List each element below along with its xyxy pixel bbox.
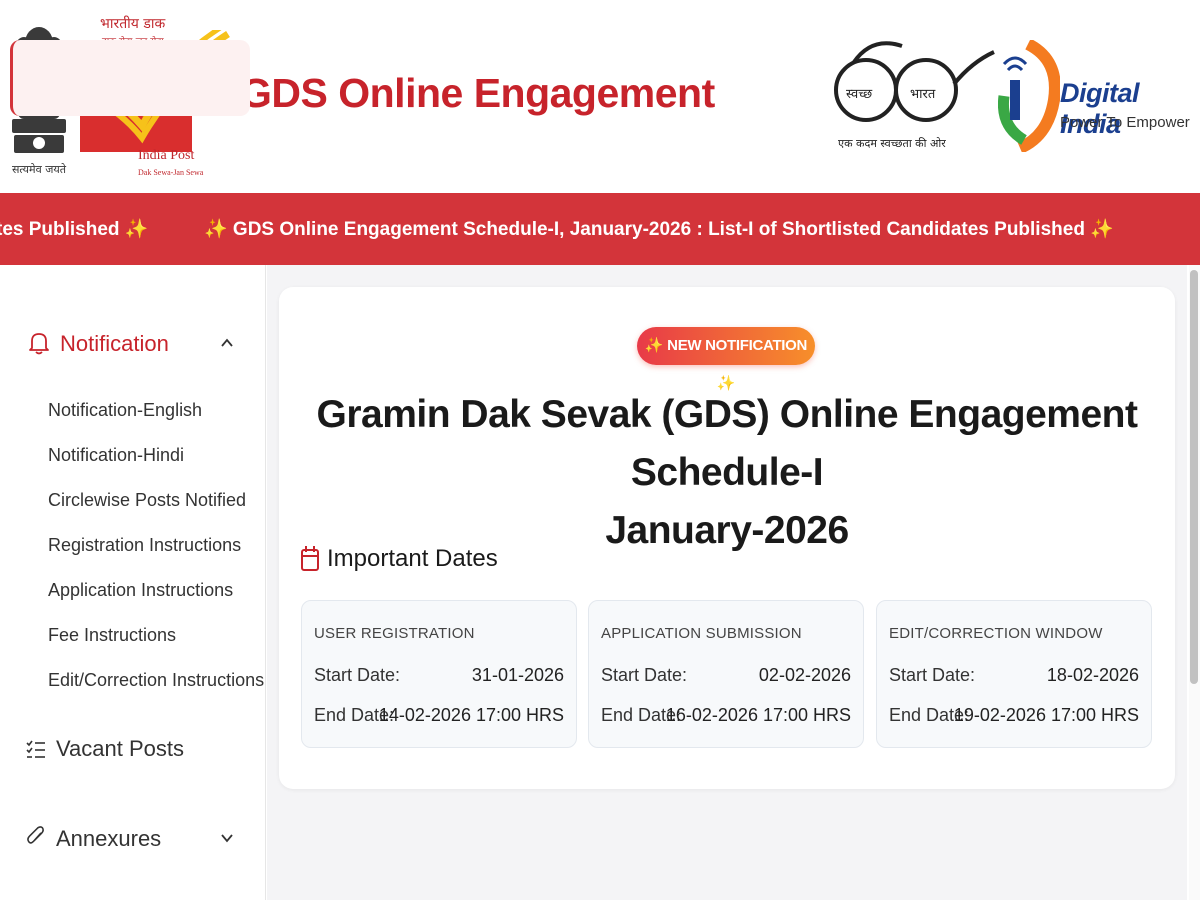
calendar-icon (301, 546, 319, 571)
swachh-left-text: स्वच्छ (846, 87, 873, 102)
start-date-value: 18-02-2026 (1046, 665, 1139, 685)
chevron-up-icon[interactable] (220, 336, 234, 350)
start-date-label: Start Date: (314, 665, 401, 685)
sidebar-subitem-circlewise-posts[interactable]: Circlewise Posts Notified (48, 490, 246, 511)
swachh-right-text: भारत (910, 87, 936, 102)
chevron-down-icon[interactable] (220, 831, 234, 845)
start-date-value: 31-01-2026 (471, 665, 564, 685)
announcement-ticker[interactable]: tes Published ✨ ✨ GDS Online Engagement … (0, 193, 1200, 265)
scrollbar-thumb[interactable] (1190, 270, 1198, 684)
swachh-caption: एक कदम स्वच्छता की ओर (838, 137, 946, 150)
bell-icon (29, 333, 49, 355)
start-date-value: 02-02-2026 (758, 665, 851, 685)
end-date-value: 19-02-2026 17:00 HRS (953, 705, 1139, 725)
digital-india-tagline: Power To Empower (1060, 114, 1190, 131)
paperclip-icon (27, 826, 44, 844)
emblem-caption: सत्यमेव जयते (12, 163, 67, 176)
date-card-user-registration: USER REGISTRATION Start Date: 31-01-2026… (301, 600, 577, 748)
sidebar-subitem-notification-hindi[interactable]: Notification-Hindi (48, 445, 184, 466)
date-card-title: EDIT/CORRECTION WINDOW (889, 625, 1103, 642)
sidebar-subitem-fee-instructions[interactable]: Fee Instructions (48, 625, 176, 646)
new-notification-badge: ✨ NEW NOTIFICATION ✨ (637, 327, 815, 392)
page-title-line-1: Gramin Dak Sevak (GDS) Online Engagement… (316, 393, 1138, 494)
checklist-icon (26, 740, 45, 758)
site-title: GDS Online Engagement (240, 70, 715, 116)
date-card-edit-correction-window: EDIT/CORRECTION WINDOW Start Date: 18-02… (876, 600, 1152, 748)
sidebar-subitem-application-instructions[interactable]: Application Instructions (48, 580, 233, 601)
ticker-item[interactable]: ✨ GDS Online Engagement Schedule-I, Janu… (204, 217, 1114, 241)
sidebar-item-label[interactable]: Notification (60, 331, 169, 357)
sidebar-subitem-registration-instructions[interactable]: Registration Instructions (48, 535, 241, 556)
start-date-label: Start Date: (889, 665, 976, 685)
indiapost-tagline: Dak Sewa-Jan Sewa (138, 168, 204, 177)
digital-india-logo-icon (998, 40, 1060, 152)
sidebar-item-annexures[interactable]: Annexures (56, 826, 161, 852)
date-card-title: APPLICATION SUBMISSION (601, 625, 802, 642)
sidebar-item-notification[interactable] (10, 40, 250, 116)
sidebar-subitem-edit-correction-instructions[interactable]: Edit/Correction Instructions (48, 670, 264, 691)
important-dates-heading: Important Dates (327, 545, 498, 572)
indiapost-name: India Post (138, 148, 195, 163)
page-title: Gramin Dak Sevak (GDS) Online Engagement… (300, 386, 1154, 560)
date-card-title: USER REGISTRATION (314, 625, 475, 642)
ticker-item[interactable]: tes Published ✨ (0, 217, 148, 241)
end-date-value: 16-02-2026 17:00 HRS (665, 705, 851, 725)
sidebar-item-vacant-posts[interactable]: Vacant Posts (56, 736, 184, 762)
sidebar-subitem-notification-english[interactable]: Notification-English (48, 400, 202, 421)
end-date-value: 14-02-2026 17:00 HRS (378, 705, 564, 725)
start-date-label: Start Date: (601, 665, 688, 685)
date-card-application-submission: APPLICATION SUBMISSION Start Date: 02-02… (588, 600, 864, 748)
